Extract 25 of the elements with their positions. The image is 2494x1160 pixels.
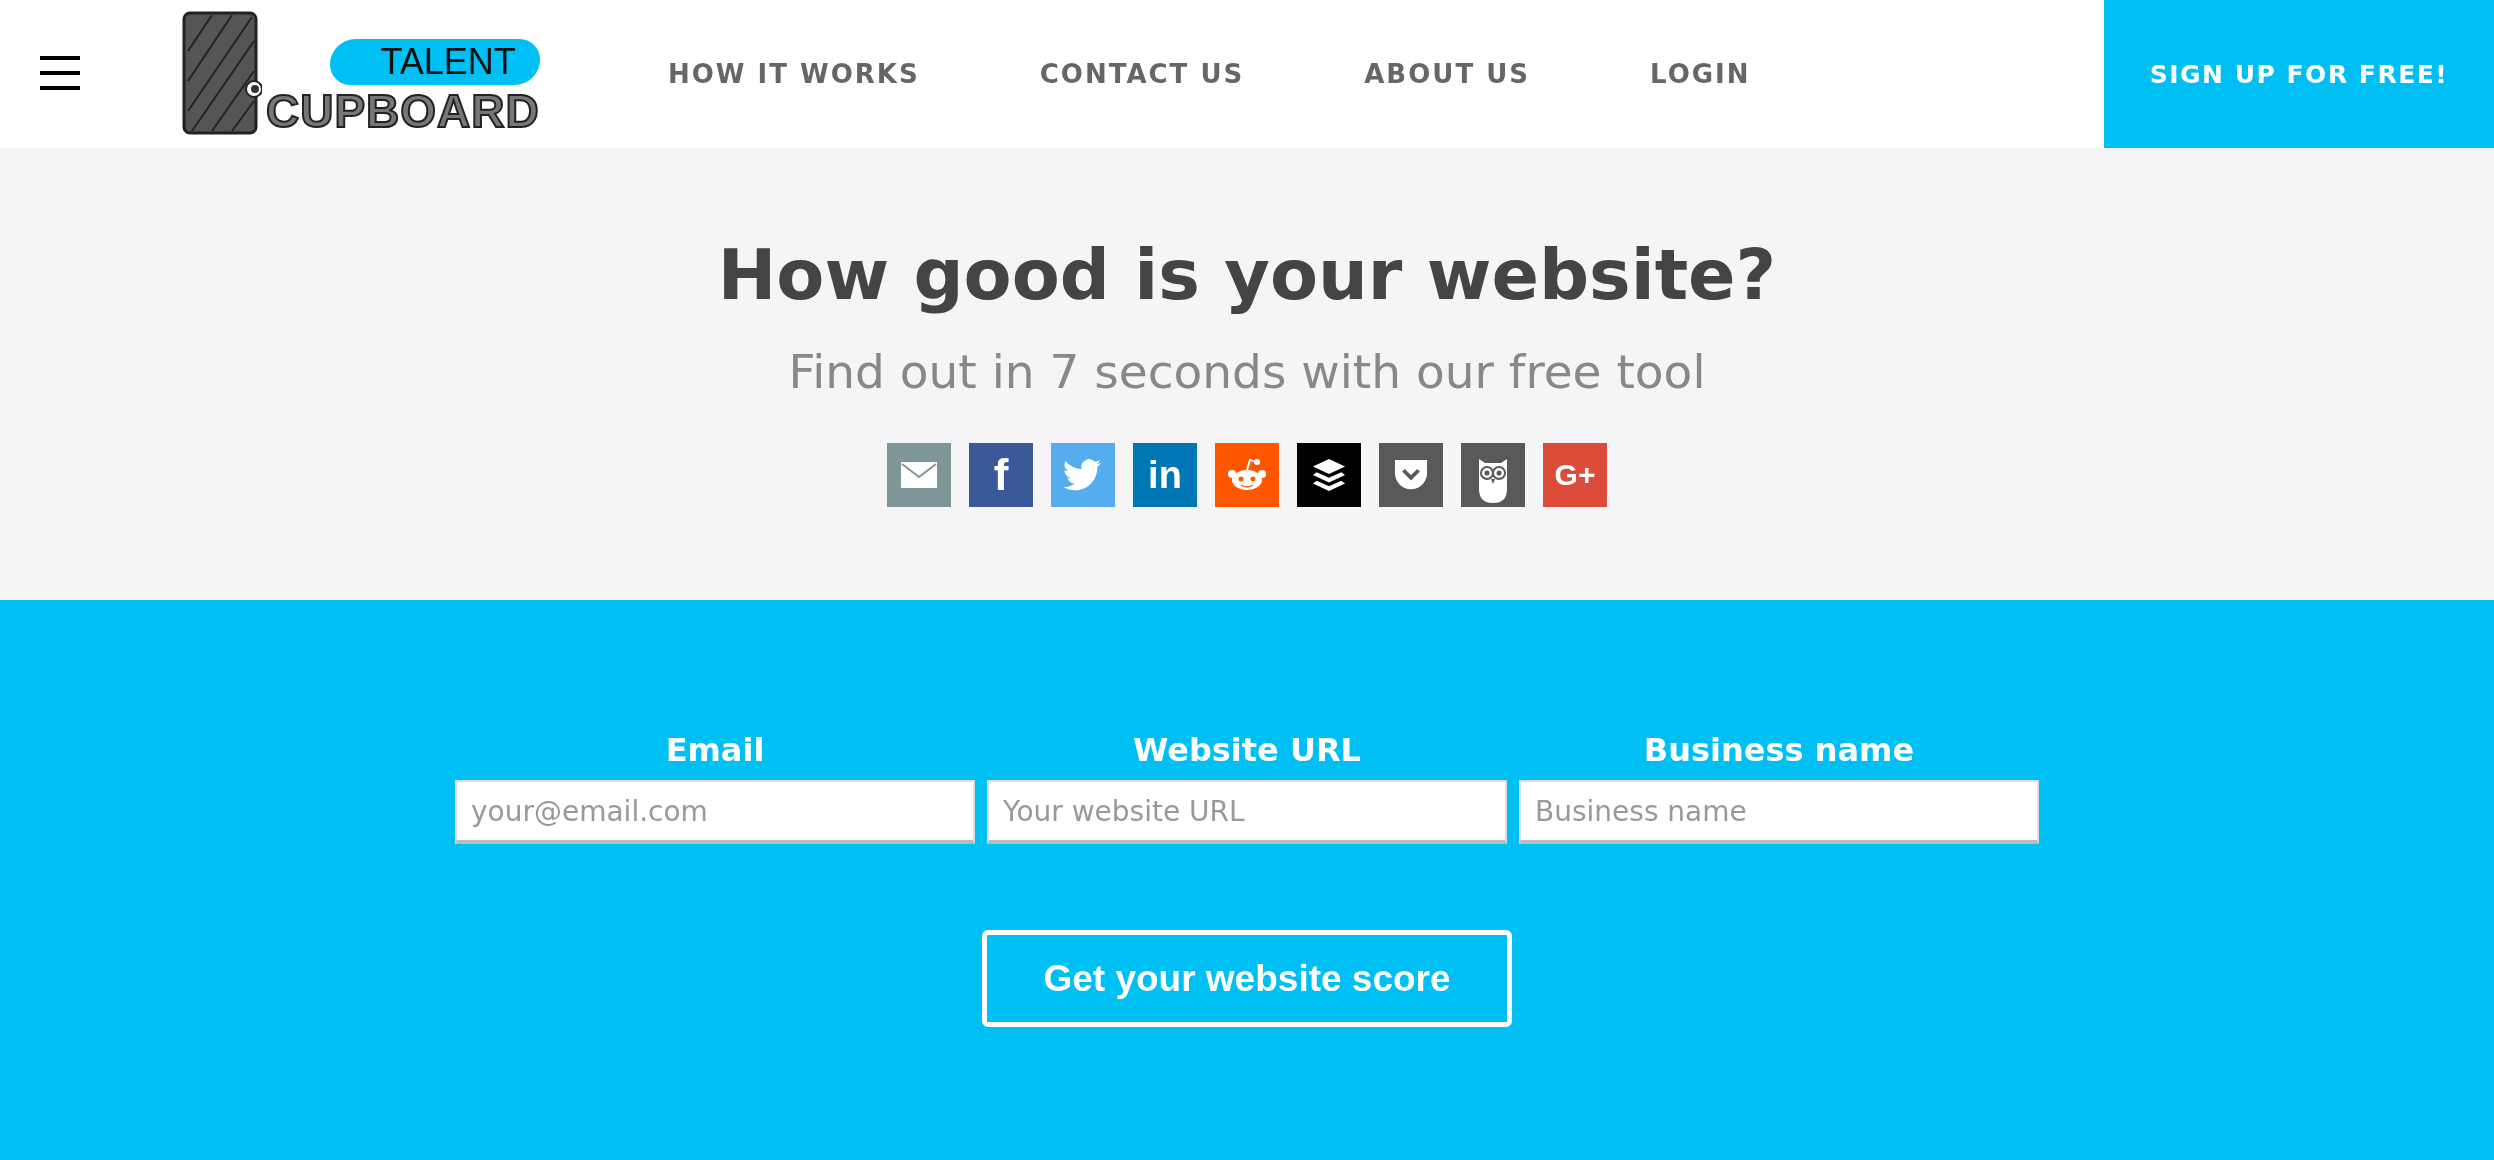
input-field[interactable]: Business name [1519,780,2039,844]
email-share-button[interactable] [887,443,951,507]
logo-tagline: TALENT [330,39,540,85]
reddit-share-button[interactable] [1215,443,1279,507]
cupboard-door-icon [182,11,262,137]
menu-icon[interactable] [40,56,80,92]
input-field[interactable]: Your website URL [987,780,1507,844]
logo-wordmark: CUPBOARD [266,85,540,137]
pocket-share-button[interactable] [1379,443,1443,507]
nav-link[interactable]: HOW IT WORKS [668,59,920,89]
owl-share-button[interactable] [1461,443,1525,507]
field-label: Email [665,730,765,770]
buffer-share-button[interactable] [1297,443,1361,507]
alien-face-icon [1227,458,1267,492]
facebook-share-button[interactable]: f [969,443,1033,507]
nav-link[interactable]: ABOUT US [1364,59,1530,89]
input-field[interactable]: your@email.com [455,780,975,844]
hero-subtitle: Find out in 7 seconds with our free tool [788,348,1706,395]
linkedin-share-button[interactable]: in [1133,443,1197,507]
field-label: Website URL [1133,730,1361,770]
bird-icon [1063,458,1103,492]
field-label: Business name [1643,730,1915,770]
nav-link[interactable]: LOGIN [1650,59,1751,89]
nav-link[interactable]: CONTACT US [1039,59,1245,89]
googleplus-share-button[interactable]: G+ [1543,443,1607,507]
